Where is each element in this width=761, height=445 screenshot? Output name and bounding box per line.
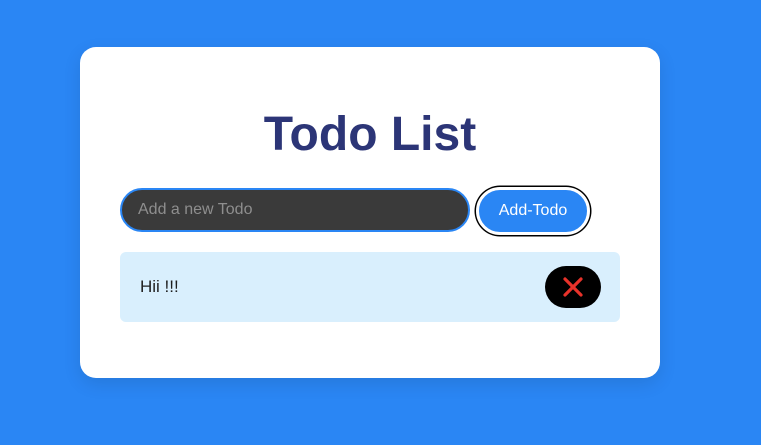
add-todo-form: Add-Todo	[120, 187, 600, 235]
list-item: Hii !!!	[120, 252, 620, 322]
add-todo-button[interactable]: Add-Todo	[476, 187, 590, 235]
todo-list: Hii !!!	[120, 252, 620, 322]
delete-todo-button[interactable]	[545, 266, 601, 308]
todo-text: Hii !!!	[140, 277, 179, 296]
todo-card: Todo List Add-Todo Hii !!!	[80, 47, 660, 378]
close-icon	[563, 277, 583, 297]
page-title: Todo List	[263, 108, 477, 161]
todo-input[interactable]	[120, 188, 470, 232]
